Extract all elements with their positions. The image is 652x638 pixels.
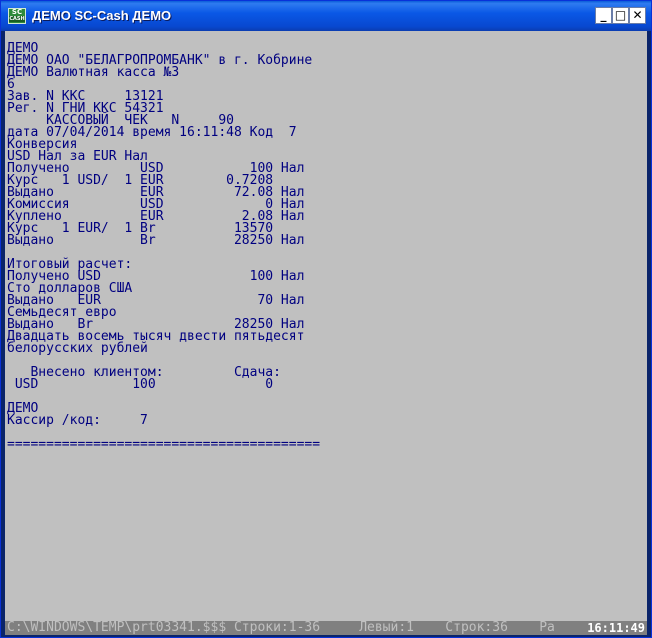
receipt-line: USD 100 0	[7, 377, 274, 392]
app-window: SC CASH ДЕМО SC-Cash ДЕМО _ □ ✕ ДЕМО ДЕМ…	[0, 0, 652, 638]
status-text: C:\WINDOWS\TEMP\prt03341.$$$ Строки:1-36…	[7, 620, 555, 635]
receipt-text: ДЕМО ДЕМО ОАО "БЕЛАГРОПРОМБАНК" в г. Коб…	[7, 42, 321, 452]
minimize-button[interactable]: _	[595, 7, 612, 24]
close-button[interactable]: ✕	[629, 7, 646, 24]
app-icon-text-bottom: CASH	[9, 16, 25, 22]
window-title: ДЕМО SC-Cash ДЕМО	[32, 8, 172, 23]
status-clock: 16:11:49	[581, 621, 647, 635]
receipt-line: Выдано Br 28250 Нал	[7, 233, 305, 248]
terminal-screen[interactable]: ДЕМО ДЕМО ОАО "БЕЛАГРОПРОМБАНК" в г. Коб…	[5, 31, 647, 635]
title-bar[interactable]: SC CASH ДЕМО SC-Cash ДЕМО _ □ ✕	[1, 1, 651, 31]
receipt-line: ========================================	[7, 437, 321, 452]
sc-cash-app-icon[interactable]: SC CASH	[8, 8, 26, 24]
maximize-button[interactable]: □	[612, 7, 629, 24]
receipt-line: ДЕМО Валютная касса №3	[7, 65, 180, 80]
status-bar: C:\WINDOWS\TEMP\prt03341.$$$ Строки:1-36…	[5, 621, 581, 635]
receipt-line: Кассир /код: 7	[7, 413, 148, 428]
app-icon-text-top: SC	[11, 8, 23, 16]
receipt-line: белорусских рублей	[7, 341, 148, 356]
